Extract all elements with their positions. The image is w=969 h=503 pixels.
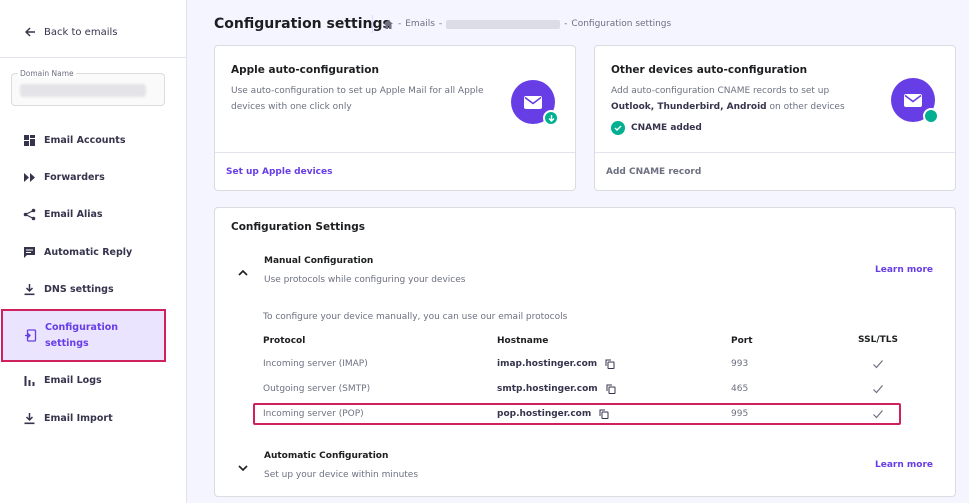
table-row-highlighted: Incoming server (POP) pop.hostinger.com … (253, 403, 901, 425)
add-cname-record-link[interactable]: Add CNAME record (595, 152, 955, 190)
port-cell: 993 (731, 359, 749, 369)
hostname-cell: smtp.hostinger.com (497, 384, 616, 394)
domain-value-redacted (20, 84, 146, 97)
other-devices-auto-config-card: Other devices auto-configuration Add aut… (594, 45, 956, 191)
mail-icon (904, 94, 922, 107)
ssl-cell (855, 358, 901, 373)
copy-icon[interactable] (605, 359, 615, 369)
arrow-down-icon (548, 114, 554, 122)
bar-chart-icon (24, 375, 35, 386)
sidebar-item-label: Configuration settings (45, 321, 119, 349)
sidebar-item-email-logs[interactable]: Email Logs (0, 362, 186, 398)
home-icon[interactable] (383, 19, 394, 30)
table-row: Incoming server (IMAP) imap.hostinger.co… (255, 353, 903, 375)
copy-icon[interactable] (606, 384, 616, 394)
card-description: Add auto-configuration CNAME records to … (611, 86, 845, 112)
check-icon (873, 360, 883, 369)
arrow-left-icon (25, 27, 35, 37)
setup-apple-devices-link[interactable]: Set up Apple devices (215, 152, 575, 190)
breadcrumb: - Emails - - Configuration settings (372, 15, 671, 33)
domain-label: Domain Name (18, 69, 76, 78)
table-header: Protocol Hostname Port SSL/TLS (255, 330, 903, 352)
breadcrumb-domain-redacted[interactable] (446, 19, 561, 29)
sidebar-item-label: Email Accounts (44, 134, 126, 146)
divider (0, 57, 186, 58)
domain-select[interactable]: Domain Name (11, 69, 165, 106)
sidebar-item-email-accounts[interactable]: Email Accounts (0, 122, 186, 158)
back-label: Back to emails (44, 26, 118, 38)
sidebar-item-automatic-reply[interactable]: Automatic Reply (0, 234, 186, 270)
col-protocol: Protocol (263, 336, 306, 346)
sidebar-item-label: Email Logs (44, 374, 102, 386)
page-title: Configuration settings (214, 16, 391, 32)
card-title: Apple auto-configuration (231, 64, 379, 76)
forward-icon (24, 172, 35, 182)
learn-more-link[interactable]: Learn more (875, 265, 933, 275)
download-badge (543, 110, 559, 126)
mail-badge (891, 78, 939, 124)
import-icon (24, 412, 35, 424)
sidebar-item-label: DNS settings (44, 283, 114, 295)
accordion-subtitle: Set up your device within minutes (264, 470, 419, 480)
accordion-subtitle: Use protocols while configuring your dev… (264, 275, 466, 285)
col-port: Port (731, 336, 753, 346)
breadcrumb-emails[interactable]: Emails (405, 19, 435, 29)
configuration-settings-panel: Configuration Settings Manual Configurat… (214, 207, 956, 497)
protocol-cell: Incoming server (IMAP) (263, 359, 368, 369)
col-hostname: Hostname (497, 336, 549, 346)
cname-status: CNAME added (611, 121, 871, 135)
card-title: Other devices auto-configuration (611, 64, 808, 76)
status-dot (923, 108, 939, 124)
check-icon (873, 410, 883, 419)
sidebar-item-label: Email Alias (44, 208, 103, 220)
table-row: Outgoing server (SMTP) smtp.hostinger.co… (255, 378, 903, 400)
grid-icon (24, 134, 35, 146)
mail-icon (524, 96, 542, 109)
card-description: Use auto-configuration to set up Apple M… (231, 86, 484, 112)
sidebar-item-label: Email Import (44, 412, 113, 424)
link-label: Add CNAME record (606, 166, 702, 177)
accordion-title: Manual Configuration (264, 256, 374, 266)
automatic-config-accordion[interactable]: Automatic Configuration Set up your devi… (231, 451, 941, 487)
sidebar-item-label: Automatic Reply (44, 246, 133, 258)
back-to-emails-link[interactable]: Back to emails (24, 26, 117, 38)
manual-config-accordion[interactable]: Manual Configuration Use protocols while… (231, 254, 941, 294)
section-title: Configuration Settings (231, 221, 365, 233)
device-list: Outlook, Thunderbird, Android (611, 102, 767, 112)
link-label: Set up Apple devices (226, 166, 333, 177)
port-cell: 465 (731, 384, 749, 394)
ssl-cell (855, 383, 901, 398)
sidebar-item-email-alias[interactable]: Email Alias (0, 196, 186, 232)
ssl-cell (855, 408, 901, 423)
reply-icon (24, 246, 35, 258)
accordion-title: Automatic Configuration (264, 451, 389, 461)
sidebar-item-configuration-settings[interactable]: Configuration settings (1, 309, 166, 362)
sidebar: Back to emails Domain Name Email Account… (0, 0, 187, 503)
chevron-up-icon[interactable] (237, 267, 249, 279)
breadcrumb-current: Configuration settings (571, 19, 672, 29)
protocol-cell: Incoming server (POP) (263, 409, 364, 419)
config-icon (25, 329, 37, 342)
col-ssl-tls: SSL/TLS (858, 335, 898, 345)
hostname-cell: imap.hostinger.com (497, 359, 615, 369)
check-circle-icon (611, 121, 625, 135)
chevron-down-icon[interactable] (237, 462, 249, 474)
learn-more-link[interactable]: Learn more (875, 460, 933, 470)
manual-config-intro: To configure your device manually, you c… (263, 312, 568, 322)
copy-icon[interactable] (599, 409, 609, 419)
sidebar-item-dns-settings[interactable]: DNS settings (0, 271, 186, 307)
protocol-cell: Outgoing server (SMTP) (263, 384, 371, 394)
download-icon (24, 283, 35, 295)
apple-auto-config-card: Apple auto-configuration Use auto-config… (214, 45, 576, 191)
check-icon (873, 385, 883, 394)
cname-status-label: CNAME added (631, 123, 702, 133)
sidebar-item-label: Forwarders (44, 171, 105, 183)
share-icon (23, 208, 36, 220)
mail-badge (511, 80, 559, 126)
hostname-cell: pop.hostinger.com (497, 409, 609, 419)
sidebar-item-email-import[interactable]: Email Import (0, 400, 186, 436)
sidebar-item-forwarders[interactable]: Forwarders (0, 159, 186, 195)
port-cell: 995 (731, 409, 749, 419)
